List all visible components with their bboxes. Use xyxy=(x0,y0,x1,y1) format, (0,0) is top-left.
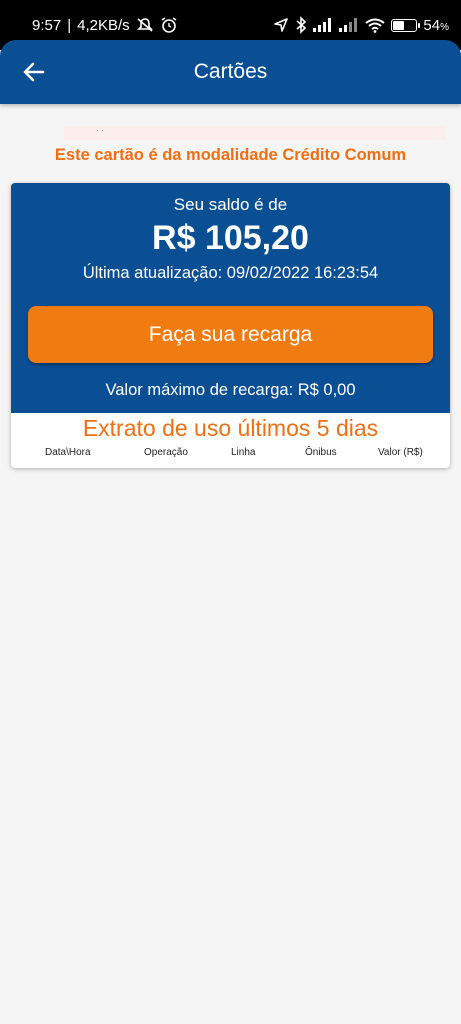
balance-label: Seu saldo é de xyxy=(173,195,288,214)
signal-icon xyxy=(339,18,359,32)
app-bar: Cartões xyxy=(0,40,461,104)
max-recharge-text: Valor máximo de recarga: R$ 0,00 xyxy=(105,381,356,399)
balance-card: Seu saldo é de R$ 105,20 Última atualiza… xyxy=(11,183,450,468)
statement-title: Extrato de uso últimos 5 dias xyxy=(82,415,379,441)
status-bar-left: 9:57 | 4,2KB/s xyxy=(12,16,178,34)
network-speed: 4,2KB/s xyxy=(77,16,130,34)
status-time: 9:57 xyxy=(32,16,62,34)
location-icon xyxy=(273,17,289,33)
battery-fill xyxy=(393,20,405,30)
battery-percent: 54% xyxy=(423,16,449,34)
column-header-operation: Operação xyxy=(144,447,188,458)
column-header-bus: Ônibus xyxy=(305,447,337,458)
alarm-icon xyxy=(160,16,178,34)
bluetooth-icon xyxy=(295,16,307,34)
mute-icon xyxy=(136,17,154,33)
recharge-button[interactable]: Faça sua recarga xyxy=(28,306,433,363)
balance-value: R$ 105,20 xyxy=(152,219,309,257)
back-button[interactable] xyxy=(20,58,48,86)
card-number-fragment: · · xyxy=(96,126,104,135)
page-title: Cartões xyxy=(193,60,268,83)
last-update-text: Última atualização: 09/02/2022 16:23:54 xyxy=(82,264,379,282)
status-bar-right: 54% xyxy=(273,16,449,34)
wifi-icon xyxy=(365,18,386,33)
signal-icon xyxy=(313,18,333,32)
column-header-value: Valor (R$) xyxy=(378,447,423,458)
status-separator: | xyxy=(67,16,72,34)
card-modality-text: Este cartão é da modalidade Crédito Comu… xyxy=(54,146,407,164)
battery-icon xyxy=(391,18,421,32)
column-header-datetime: Data\Hora xyxy=(45,447,91,458)
card-number-strip: · · xyxy=(64,126,446,140)
balance-panel: Seu saldo é de R$ 105,20 Última atualiza… xyxy=(11,183,450,413)
column-header-line: Linha xyxy=(231,447,256,458)
statement-header: Data\Hora Operação Linha Ônibus Valor (R… xyxy=(11,447,450,461)
arrow-left-icon xyxy=(23,62,45,82)
